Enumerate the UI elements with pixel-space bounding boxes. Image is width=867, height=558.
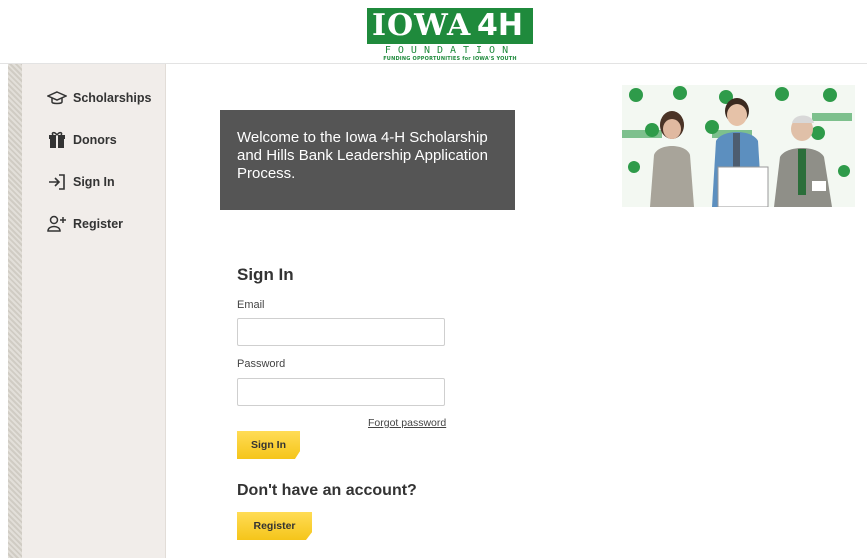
password-field[interactable] [237,378,445,406]
welcome-banner: Welcome to the Iowa 4-H Scholarship and … [220,110,515,210]
decorative-texture-strip [8,64,22,558]
user-plus-icon [46,214,68,234]
gift-icon [46,130,68,150]
logo-foundation-text: FOUNDATION [384,45,516,56]
sign-in-button[interactable]: Sign In [237,431,300,459]
forgot-password-link[interactable]: Forgot password [368,417,446,429]
photo-illustration [622,85,855,207]
sidebar-item-sign-in[interactable]: Sign In [46,170,115,194]
email-field[interactable] [237,318,445,346]
sidebar-item-scholarships[interactable]: Scholarships [46,86,152,110]
logo-iowa-text: IOWA [372,8,472,43]
sign-in-heading: Sign In [237,265,294,284]
sidebar-item-label: Donors [73,133,117,147]
welcome-text: Welcome to the Iowa 4-H Scholarship and … [237,129,488,182]
email-label: Email [237,299,265,311]
sidebar: Scholarships Donors Sign In Register [22,64,166,558]
logo-banner: IOWA 4H [367,8,533,44]
register-button[interactable]: Register [237,512,312,540]
sidebar-item-donors[interactable]: Donors [46,128,117,152]
password-label: Password [237,358,286,370]
sign-in-icon [46,172,68,192]
iowa-4h-foundation-logo[interactable]: IOWA 4H FOUNDATION FUNDING OPPORTUNITIES… [367,8,533,62]
logo-4h-text: 4H [477,8,523,43]
sidebar-item-label: Sign In [73,175,115,189]
no-account-heading: Don't have an account? [237,482,417,499]
sidebar-item-label: Register [73,217,124,231]
logo-tagline: FUNDING OPPORTUNITIES for IOWA'S YOUTH [383,56,517,62]
award-photo [622,85,855,207]
page-header: IOWA 4H FOUNDATION FUNDING OPPORTUNITIES… [0,0,867,64]
sidebar-item-register[interactable]: Register [46,212,123,236]
graduation-cap-icon [46,88,68,108]
sidebar-item-label: Scholarships [73,91,152,105]
